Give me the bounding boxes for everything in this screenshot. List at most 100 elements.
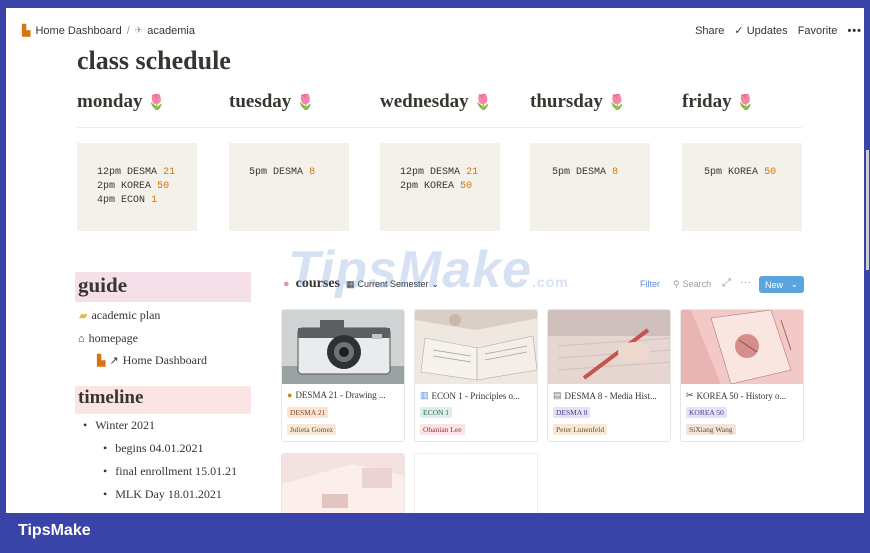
more-options-icon[interactable]: ••• bbox=[847, 25, 862, 37]
school-icon: ▙ bbox=[22, 25, 31, 37]
pen-paper-image bbox=[548, 310, 670, 384]
schedule-line: 12pm DESMA 21 bbox=[77, 167, 197, 178]
course: ECON bbox=[121, 195, 146, 206]
brand-logo-text: TipsMake bbox=[18, 522, 91, 539]
guide-item-label: academic plan bbox=[91, 308, 161, 322]
schedule-line: 5pm DESMA 8 bbox=[229, 167, 349, 178]
timeline-item-label: Winter 2021 bbox=[95, 418, 156, 432]
course-card-partial[interactable] bbox=[281, 453, 405, 515]
course-card-korea50[interactable]: ✂ KOREA 50 - History o... KOREA 50 SiXian… bbox=[680, 309, 804, 442]
page-title: class schedule bbox=[77, 46, 231, 75]
course-title-text: DESMA 8 - Media Hist... bbox=[564, 390, 657, 401]
day-label: thursday bbox=[530, 91, 603, 112]
course-number: 50 bbox=[157, 181, 170, 192]
more-icon[interactable]: ··· bbox=[740, 277, 751, 289]
filter-button[interactable]: Filter bbox=[640, 279, 660, 289]
breadcrumb-separator: / bbox=[126, 24, 130, 37]
time: 12pm bbox=[97, 167, 122, 178]
day-heading-monday: monday 🌷 bbox=[77, 91, 166, 113]
course-code-tag: DESMA 8 bbox=[553, 407, 591, 418]
frame-left-border bbox=[0, 0, 6, 553]
timeline-item-label: final enrollment 15.01.21 bbox=[115, 464, 238, 478]
expand-icon[interactable]: ⤢ bbox=[722, 277, 731, 290]
guide-item-academic-plan[interactable]: ▰ academic plan bbox=[79, 308, 160, 323]
course-card-econ1[interactable]: ▥ ECON 1 - Principles o... ECON 1 Ohanian… bbox=[414, 309, 538, 442]
course-number: 1 bbox=[151, 195, 158, 206]
schedule-card-tuesday[interactable]: 5pm DESMA 8 bbox=[229, 143, 349, 231]
timeline-item: • final enrollment 15.01.21 bbox=[103, 464, 237, 479]
schedule-card-friday[interactable]: 5pm KOREA 50 bbox=[682, 143, 802, 231]
guide-item-label: Home Dashboard bbox=[122, 353, 207, 367]
brand-bar: TipsMake bbox=[0, 513, 870, 553]
course-card-title: ● DESMA 21 - Drawing ... bbox=[287, 390, 386, 400]
camera-image bbox=[282, 310, 404, 384]
scrollbar[interactable] bbox=[866, 150, 869, 270]
guide-heading: guide bbox=[75, 272, 251, 302]
paint-icon: ● bbox=[287, 390, 293, 400]
tulip-icon: 🌷 bbox=[473, 95, 493, 111]
course-number: 8 bbox=[612, 167, 619, 178]
course-number: 21 bbox=[163, 167, 176, 178]
course-card-desma21[interactable]: ● DESMA 21 - Drawing ... DESMA 21 Julieta… bbox=[281, 309, 405, 442]
plane-icon: ✈ bbox=[134, 25, 143, 35]
course-card-empty[interactable] bbox=[414, 453, 538, 515]
time: 4pm bbox=[97, 195, 116, 206]
instructor-tag: Julieta Gomez bbox=[287, 424, 337, 435]
course-number: 8 bbox=[309, 167, 316, 178]
bullet-icon: • bbox=[83, 418, 88, 432]
link-arrow-icon: ↗ bbox=[109, 355, 119, 367]
schedule-card-thursday[interactable]: 5pm DESMA 8 bbox=[530, 143, 650, 231]
course-code-tag: KOREA 50 bbox=[686, 407, 727, 418]
course-code-tag: ECON 1 bbox=[420, 407, 453, 418]
guide-item-homepage[interactable]: ⌂ homepage bbox=[78, 331, 138, 346]
course-number: 50 bbox=[460, 181, 473, 192]
timeline-item: • MLK Day 18.01.2021 bbox=[103, 487, 222, 502]
breadcrumb-home-dashboard[interactable]: Home Dashboard bbox=[35, 25, 121, 37]
watermark-text: TipsMake bbox=[288, 241, 533, 299]
school-icon: ▙ bbox=[97, 355, 106, 367]
house-icon: ⌂ bbox=[78, 332, 85, 345]
divider bbox=[77, 127, 802, 128]
course-card-title: ✂ KOREA 50 - History o... bbox=[686, 390, 786, 401]
updates-button[interactable]: ✓ Updates bbox=[734, 24, 787, 37]
timeline-item: • begins 04.01.2021 bbox=[103, 441, 204, 456]
schedule-card-wednesday[interactable]: 12pm DESMA 21 2pm KOREA 50 bbox=[380, 143, 500, 231]
new-button-label: New bbox=[765, 279, 784, 290]
share-button[interactable]: Share bbox=[695, 25, 724, 37]
breadcrumb: ▙ Home Dashboard / ✈ academia bbox=[22, 24, 195, 38]
frame-top-border bbox=[0, 0, 870, 8]
course-card-title: ▥ ECON 1 - Principles o... bbox=[420, 390, 520, 401]
schedule-line: 2pm KOREA 50 bbox=[77, 181, 197, 192]
tulip-icon: 🌷 bbox=[147, 95, 166, 111]
tulip-icon: 🌷 bbox=[607, 95, 627, 111]
course: DESMA bbox=[576, 167, 607, 178]
check-icon: ✓ bbox=[734, 25, 744, 37]
favorite-button[interactable]: Favorite bbox=[798, 25, 838, 37]
day-label: tuesday bbox=[229, 91, 292, 112]
schedule-card-monday[interactable]: 12pm DESMA 21 2pm KOREA 50 4pm ECON 1 bbox=[77, 143, 197, 231]
course: KOREA bbox=[728, 167, 759, 178]
guide-item-home-dashboard[interactable]: ▙ ↗ Home Dashboard bbox=[97, 353, 207, 368]
course-title-text: ECON 1 - Principles o... bbox=[431, 390, 520, 401]
time: 5pm bbox=[249, 167, 268, 178]
day-label: monday bbox=[77, 91, 143, 112]
course: DESMA bbox=[430, 167, 461, 178]
new-button[interactable]: New ⌄ bbox=[759, 276, 804, 293]
day-heading-wednesday: wednesday 🌷 bbox=[380, 91, 492, 113]
schedule-line: 5pm KOREA 50 bbox=[682, 167, 802, 178]
search-icon: ⚲ bbox=[673, 279, 680, 289]
bullet-icon: • bbox=[103, 487, 108, 501]
course-number: 21 bbox=[466, 167, 479, 178]
film-icon: ▤ bbox=[553, 390, 562, 400]
breadcrumb-academia[interactable]: academia bbox=[147, 25, 195, 37]
course-card-desma8[interactable]: ▤ DESMA 8 - Media Hist... DESMA 8 Peter L… bbox=[547, 309, 671, 442]
schedule-line: 2pm KOREA 50 bbox=[380, 181, 500, 192]
chevron-down-icon: ⌄ bbox=[790, 279, 798, 289]
course: KOREA bbox=[121, 181, 152, 192]
updates-label: Updates bbox=[746, 25, 788, 37]
search-button[interactable]: ⚲ Search bbox=[673, 279, 711, 290]
time: 2pm bbox=[97, 181, 116, 192]
scissors-icon: ✂ bbox=[686, 390, 694, 400]
korean-book-image bbox=[681, 310, 803, 384]
watermark-suffix: .com bbox=[532, 274, 569, 290]
